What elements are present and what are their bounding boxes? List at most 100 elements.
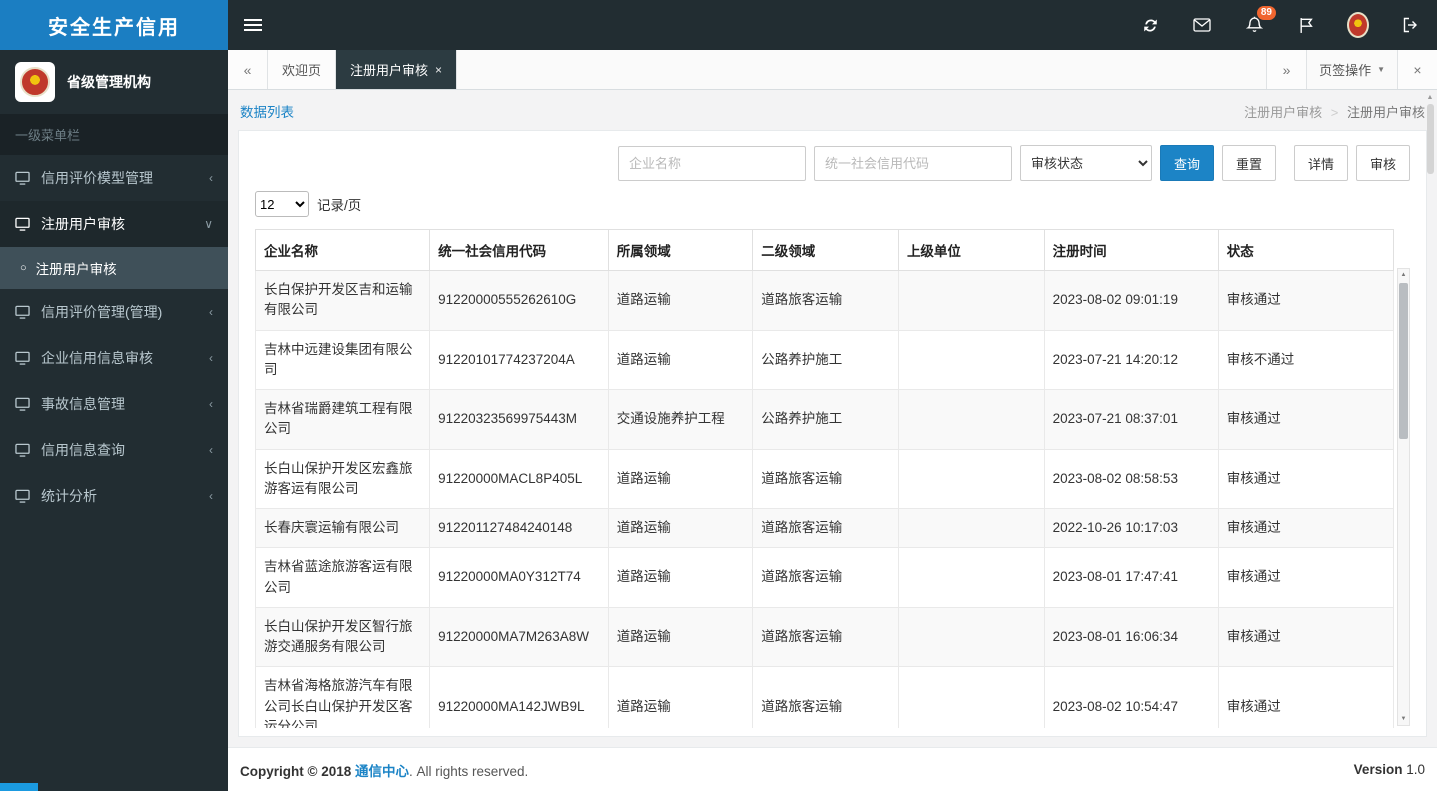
table-scrollbar[interactable]: ▲ ▼ — [1397, 268, 1410, 726]
tab[interactable]: 注册用户审核 × — [336, 50, 458, 89]
table-wrap: 企业名称 统一社会信用代码 所属领域 二级领域 上级单位 注册时间 状态 长白保护开发区吉和… — [255, 229, 1410, 728]
table-cell: 道路旅客运输 — [752, 448, 899, 509]
data-table: 企业名称 统一社会信用代码 所属领域 二级领域 上级单位 注册时间 状态 长白保护开发区吉和… — [255, 229, 1395, 728]
data-list-link[interactable]: 数据列表 — [240, 101, 294, 121]
tab-actions-dropdown[interactable]: 页签操作 ▼ — [1306, 50, 1397, 89]
refresh-icon[interactable] — [1139, 14, 1161, 36]
table-row[interactable]: 长白保护开发区吉和运输有限公司 91220000555262610G 道路运输 道路旅… — [255, 270, 1395, 331]
table-cell — [897, 547, 1045, 608]
tab-close-icon[interactable]: × — [435, 63, 442, 77]
page-size-select[interactable]: 12 — [255, 191, 309, 217]
table-cell: 2023-08-02 10:54:47 — [1043, 666, 1219, 728]
topbar: 安全生产信用 89 — [0, 0, 1437, 50]
table-row[interactable]: 长白山保护开发区智行旅游交通服务有限公司 91220000MA7M263A8W 道路… — [255, 606, 1395, 668]
monitor-icon — [15, 443, 31, 457]
table-cell: 道路运输 — [607, 547, 754, 608]
content: 数据列表 注册用户审核 > 注册用户审核 审核状态 查询 重置 详情 审核 12… — [228, 90, 1437, 791]
table-cell: 道路运输 — [607, 507, 754, 549]
sidebar-item[interactable]: 信用评价管理(管理) ‹ — [0, 289, 228, 335]
chevron-left-icon: ‹ — [209, 305, 213, 319]
table-cell: 长春庆寰运输有限公司 — [255, 507, 431, 549]
table-cell: 道路旅客运输 — [752, 270, 899, 331]
tabs-scroll-right-button[interactable]: » — [1266, 50, 1307, 89]
sidebar-subitem[interactable]: ○ 注册用户审核 — [0, 247, 228, 289]
org-link[interactable]: 通信中心 — [355, 764, 409, 779]
table-cell: 审核通过 — [1217, 666, 1395, 728]
sidebar-item[interactable]: 信用信息查询 ‹ — [0, 427, 228, 473]
table-cell: 吉林省海格旅游汽车有限公司长白山保护开发区客运分公司 — [255, 666, 431, 728]
page-scroll-up-icon[interactable]: ▲ — [1427, 94, 1434, 101]
scrollbar-thumb[interactable] — [1399, 283, 1408, 439]
company-name-input[interactable] — [617, 145, 806, 181]
sidebar-item-label: 统计分析 — [41, 488, 97, 504]
sidebar-item[interactable]: 注册用户审核 ∨ — [0, 201, 228, 247]
chevron-left-icon: ‹ — [209, 171, 213, 185]
monitor-icon — [15, 351, 31, 365]
sidebar-item-label: 信用评价模型管理 — [41, 170, 153, 186]
table-cell: 公路养护施工 — [752, 389, 899, 450]
table-row[interactable]: 吉林省瑞爵建筑工程有限公司 91220323569975443M 交通设施养护工程公… — [255, 389, 1395, 450]
org-name: 省级管理机构 — [67, 74, 151, 90]
table-cell: 道路运输 — [607, 329, 754, 390]
logout-icon[interactable] — [1399, 14, 1421, 36]
table-cell: 2023-08-01 17:47:41 — [1043, 547, 1219, 608]
table-cell: 道路运输 — [607, 270, 754, 331]
tab[interactable]: 欢迎页 — [268, 50, 337, 89]
table-cell: 交通设施养护工程 — [607, 389, 754, 450]
chevron-left-icon: ‹ — [209, 351, 213, 365]
table-cell: 吉林省蓝途旅游客运有限公司 — [255, 547, 431, 608]
column-header: 所属领域 — [607, 229, 754, 271]
table-cell: 91220323569975443M — [429, 389, 609, 450]
column-header: 企业名称 — [255, 229, 431, 271]
audit-status-select[interactable]: 审核状态 — [1019, 145, 1152, 181]
sidebar-menu: 信用评价模型管理 ‹ 注册用户审核 ∨ ○ 注册用户审核 信用评价管理(管理) ‹ 企业信用信息… — [0, 155, 228, 519]
search-button[interactable]: 查询 — [1159, 145, 1214, 181]
table-cell — [897, 666, 1045, 728]
table-row[interactable]: 吉林中远建设集团有限公司 91220101774237204A 道路运输 公路养护施工… — [255, 329, 1395, 390]
audit-button[interactable]: 审核 — [1355, 145, 1410, 181]
page-scrollbar-thumb[interactable] — [1426, 104, 1434, 174]
table-cell: 道路运输 — [607, 666, 754, 728]
reset-button[interactable]: 重置 — [1221, 145, 1276, 181]
table-cell: 长白山保护开发区宏鑫旅游客运有限公司 — [255, 448, 431, 509]
table-cell — [897, 606, 1045, 668]
scroll-up-icon[interactable]: ▲ — [1401, 269, 1407, 281]
scroll-down-icon[interactable]: ▼ — [1401, 713, 1407, 725]
sidebar-item[interactable]: 企业信用信息审核 ‹ — [0, 335, 228, 381]
breadcrumb: 注册用户审核 > 注册用户审核 — [1244, 102, 1425, 121]
table-cell: 审核通过 — [1217, 389, 1395, 450]
flag-icon[interactable] — [1295, 14, 1317, 36]
chevron-down-icon: ∨ — [204, 217, 213, 231]
sidebar-item[interactable]: 事故信息管理 ‹ — [0, 381, 228, 427]
sidebar-item-label: 信用信息查询 — [41, 442, 125, 458]
tabs-close-all-button[interactable]: × — [1397, 50, 1437, 89]
tabstrip: « 欢迎页 注册用户审核 × » 页签操作 ▼ × — [228, 50, 1437, 90]
table-cell: 道路运输 — [607, 448, 754, 509]
detail-button[interactable]: 详情 — [1293, 145, 1348, 181]
table-row[interactable]: 长春庆寰运输有限公司 912201127484240148 道路运输 道路旅客运输 20… — [255, 507, 1395, 549]
sidebar-submenu: ○ 注册用户审核 — [0, 247, 228, 289]
messages-icon[interactable] — [1191, 14, 1213, 36]
page-scrollbar[interactable]: ▲ — [1425, 94, 1435, 787]
table-cell: 91220101774237204A — [429, 329, 609, 390]
table-row[interactable]: 长白山保护开发区宏鑫旅游客运有限公司 91220000MACL8P405L 道路运输… — [255, 448, 1395, 509]
credit-code-input[interactable] — [813, 145, 1012, 181]
tabs-scroll-left-button[interactable]: « — [228, 50, 268, 89]
column-header: 注册时间 — [1043, 229, 1219, 271]
sidebar-item-label: 注册用户审核 — [41, 216, 125, 232]
notifications-bell-icon[interactable]: 89 — [1243, 6, 1276, 36]
app-logo[interactable]: 安全生产信用 — [0, 0, 228, 50]
table-cell: 吉林省瑞爵建筑工程有限公司 — [255, 389, 431, 450]
user-emblem-icon[interactable] — [1347, 12, 1369, 38]
table-row[interactable]: 吉林省海格旅游汽车有限公司长白山保护开发区客运分公司 91220000MA142J… — [255, 666, 1395, 728]
table-row[interactable]: 吉林省蓝途旅游客运有限公司 91220000MA0Y312T74 道路运输 道路旅客运… — [255, 547, 1395, 608]
breadcrumb-current: 注册用户审核 — [1346, 104, 1425, 120]
monitor-icon — [15, 217, 31, 231]
table-cell: 道路运输 — [607, 606, 754, 668]
sidebar-item[interactable]: 信用评价模型管理 ‹ — [0, 155, 228, 201]
table-cell: 91220000MA0Y312T74 — [429, 547, 609, 608]
table-cell: 2023-07-21 14:20:12 — [1043, 329, 1219, 390]
breadcrumb-separator: > — [1330, 104, 1339, 120]
sidebar-toggle-button[interactable] — [228, 0, 274, 50]
sidebar-item[interactable]: 统计分析 ‹ — [0, 473, 228, 519]
